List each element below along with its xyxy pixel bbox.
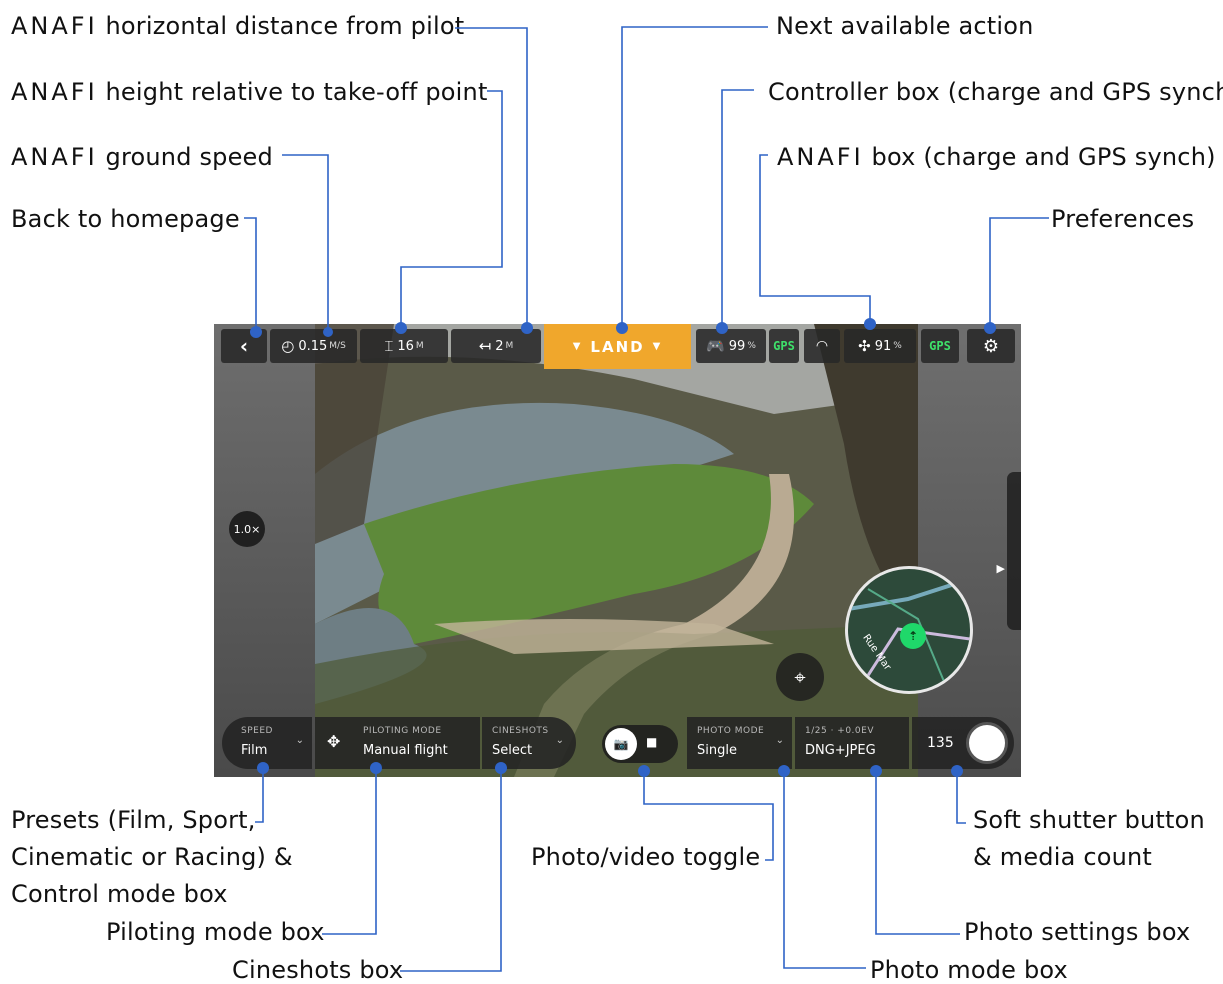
piloting-value: Manual flight (363, 743, 448, 758)
piloting-caption: PILOTING MODE (363, 726, 442, 736)
crosshair-icon: ⌖ (794, 665, 806, 689)
callout-back: Back to homepage (11, 205, 240, 233)
brand-name: ANAFI (777, 143, 864, 171)
controller-gps-label: GPS (773, 339, 795, 353)
flight-screen: ‹ ◴ 0.15 M/S ⌶ 16 M ↤ 2 M ▼ LAND ▼ 🎮 99 … (214, 324, 1021, 777)
shutter-button[interactable] (966, 722, 1008, 764)
distance-box: ↤ 2 M (451, 329, 541, 363)
brand-name: ANAFI (11, 143, 98, 171)
cineshots-value: Select (492, 743, 533, 758)
brand-name: ANAFI (11, 12, 98, 40)
cineshots-caption: CINESHOTS (492, 726, 549, 736)
play-right-icon: ▶ (996, 562, 1005, 575)
callout-text: horizontal distance from pilot (105, 12, 465, 40)
speed-value: Film (241, 743, 268, 758)
preferences-button[interactable]: ⚙ (967, 329, 1015, 363)
speedometer-icon: ◴ (281, 337, 295, 355)
callout-text: box (charge and GPS synch) (871, 143, 1216, 171)
minimap[interactable]: ⇡ Rue Mar (845, 566, 973, 694)
drone-icon: ✣ (858, 337, 871, 355)
wifi-box: ◠ (804, 329, 840, 363)
speed-caption: SPEED (241, 726, 273, 736)
ground-speed-box: ◴ 0.15 M/S (270, 329, 357, 363)
photo-mode-box[interactable]: PHOTO MODE Single ⌄ (687, 717, 792, 769)
triangle-down-icon: ▼ (652, 341, 663, 352)
callout-shutter-2: & media count (973, 843, 1153, 871)
distance-unit: M (505, 341, 514, 351)
height-unit: M (415, 341, 424, 351)
brand-name: ANAFI (11, 78, 98, 106)
ground-speed-unit: M/S (329, 341, 346, 351)
drone-box[interactable]: ✣ 91 % (844, 329, 916, 363)
callout-height: ANAFI height relative to take-off point (11, 78, 488, 106)
callout-presets-1: Presets (Film, Sport, (11, 806, 256, 834)
photo-mode-caption: PHOTO MODE (697, 726, 765, 736)
drone-gps-box: GPS (921, 329, 959, 363)
callout-ground-speed: ANAFI ground speed (11, 143, 273, 171)
move-icon: ✥ (327, 732, 341, 751)
photo-settings-caption: 1/25 · +0.0EV (805, 726, 874, 736)
controller-gps-box: GPS (769, 329, 799, 363)
drone-location-icon: ⇡ (900, 623, 926, 649)
chevron-down-icon: ⌄ (775, 735, 784, 746)
photo-video-toggle[interactable]: 📷 ■ (602, 725, 678, 763)
callout-cineshots: Cineshots box (232, 956, 404, 984)
callout-photo-mode: Photo mode box (870, 956, 1068, 984)
land-action-button[interactable]: ▼ LAND ▼ (544, 324, 691, 369)
zoom-indicator[interactable]: 1.0× (229, 511, 265, 547)
distance-value: 2 (495, 338, 504, 354)
chevron-down-icon: ⌄ (555, 735, 564, 746)
callout-next-action: Next available action (776, 12, 1034, 40)
photo-settings-value: DNG+JPEG (805, 743, 876, 758)
callout-horizontal-distance: ANAFI horizontal distance from pilot (11, 12, 464, 40)
callout-presets-2: Cinematic or Racing) & (11, 843, 293, 871)
callout-photo-video-toggle: Photo/video toggle (531, 843, 761, 871)
gimbal-slider[interactable] (1007, 472, 1021, 630)
photo-mode-value: Single (697, 743, 737, 758)
recenter-button[interactable]: ⌖ (776, 653, 824, 701)
chevron-left-icon: ‹ (239, 334, 249, 358)
gear-icon: ⚙ (982, 335, 1000, 357)
controller-icon: 🎮 (706, 337, 725, 355)
wifi-icon: ◠ (815, 338, 829, 354)
media-count: 135 (927, 735, 954, 751)
back-button[interactable]: ‹ (221, 329, 267, 363)
left-panel (214, 324, 315, 777)
bottom-bar: SPEED Film ⌄ ✥ PILOTING MODE Manual flig… (214, 717, 1021, 769)
video-icon[interactable]: ■ (646, 735, 657, 749)
drone-charge-unit: % (893, 341, 902, 351)
top-bar: ‹ ◴ 0.15 M/S ⌶ 16 M ↤ 2 M ▼ LAND ▼ 🎮 99 … (214, 324, 1021, 369)
callout-presets-3: Control mode box (11, 880, 228, 908)
drone-charge: 91 (874, 338, 892, 354)
action-label: LAND (590, 337, 645, 356)
photo-settings-box[interactable]: 1/25 · +0.0EV DNG+JPEG (795, 717, 909, 769)
camera-icon[interactable]: 📷 (605, 728, 637, 760)
callout-text: ground speed (105, 143, 273, 171)
controller-box[interactable]: 🎮 99 % (696, 329, 766, 363)
piloting-mode-box[interactable]: ✥ PILOTING MODE Manual flight (315, 717, 480, 769)
chevron-down-icon: ⌄ (295, 735, 304, 746)
camera-feed (214, 324, 1021, 777)
callout-text: height relative to take-off point (105, 78, 488, 106)
callout-controller-box: Controller box (charge and GPS synch) (768, 78, 1223, 106)
callout-photo-settings: Photo settings box (964, 918, 1191, 946)
controller-charge-unit: % (747, 341, 756, 351)
drone-gps-label: GPS (929, 339, 951, 353)
callout-preferences: Preferences (1051, 205, 1195, 233)
triangle-down-icon: ▼ (572, 341, 583, 352)
right-panel (918, 324, 1021, 777)
callout-piloting-mode: Piloting mode box (106, 918, 325, 946)
height-box: ⌶ 16 M (360, 329, 448, 363)
ground-speed-value: 0.15 (298, 338, 328, 354)
height-icon: ⌶ (384, 337, 394, 355)
callout-anafi-box: ANAFI box (charge and GPS synch) (777, 143, 1216, 171)
controller-charge: 99 (728, 338, 746, 354)
height-value: 16 (397, 338, 414, 354)
speed-preset-box[interactable]: SPEED Film ⌄ (222, 717, 312, 769)
callout-shutter-1: Soft shutter button (973, 806, 1205, 834)
distance-icon: ↤ (478, 337, 492, 355)
cineshots-box[interactable]: CINESHOTS Select ⌄ (482, 717, 576, 769)
